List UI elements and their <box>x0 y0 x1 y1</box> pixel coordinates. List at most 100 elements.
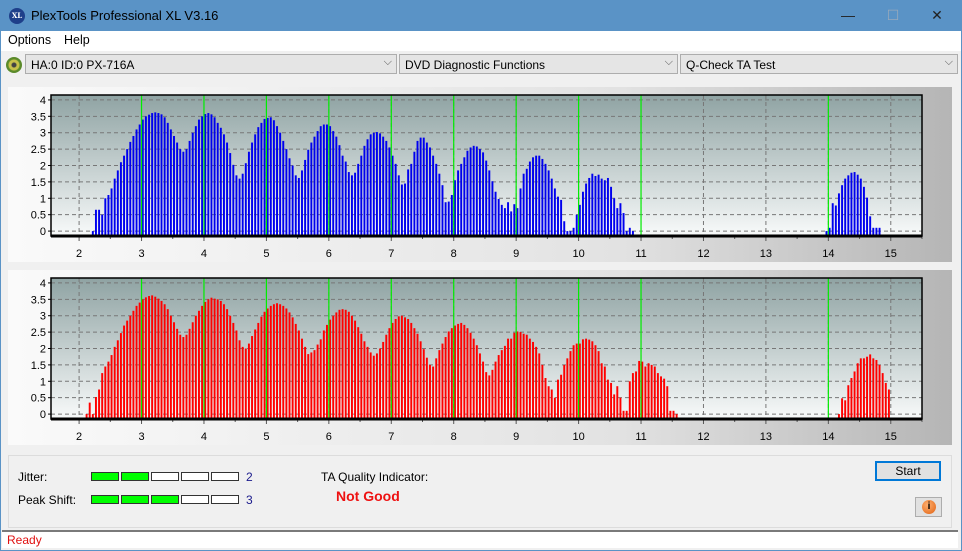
peak-shift-meter-segment <box>151 495 179 504</box>
histogram-bar <box>603 366 606 419</box>
x-tick-label: 9 <box>513 248 519 260</box>
histogram-bar <box>322 330 325 419</box>
histogram-bar <box>850 378 853 419</box>
histogram-bar <box>169 129 172 236</box>
histogram-bar <box>123 155 126 236</box>
histogram-bar <box>488 170 491 236</box>
histogram-bar <box>123 325 126 419</box>
histogram-bar <box>151 113 154 236</box>
top-chart-panel: 0 0.5 1 1.5 2 2.5 3 3.5 4 2 3 4 5 6 7 8 9 10 11 12 13 14 15 <box>8 87 952 262</box>
histogram-bar <box>363 145 366 236</box>
histogram-bar <box>422 137 425 236</box>
info-button[interactable]: i <box>915 497 942 517</box>
histogram-bar <box>569 351 572 419</box>
histogram-bar <box>144 297 147 419</box>
histogram-bar <box>547 386 550 419</box>
histogram-bar <box>472 145 475 236</box>
histogram-bar <box>572 345 575 419</box>
histogram-bar <box>219 127 222 236</box>
histogram-bar <box>350 315 353 419</box>
minimize-button[interactable]: — <box>825 0 871 31</box>
histogram-bar <box>419 341 422 419</box>
histogram-bar <box>226 309 229 419</box>
drive-select[interactable]: HA:0 ID:0 PX-716A ⌵ <box>25 54 397 74</box>
status-text: Ready <box>7 533 42 547</box>
histogram-bar <box>394 318 397 419</box>
histogram-bar <box>541 158 544 236</box>
histogram-bar <box>416 333 419 419</box>
histogram-bar <box>251 142 254 236</box>
histogram-bar <box>369 134 372 236</box>
test-select[interactable]: Q-Check TA Test ⌵ <box>680 54 958 74</box>
x-tick-label: 6 <box>326 248 332 260</box>
histogram-bar <box>581 339 584 419</box>
ta-quality-value: Not Good <box>336 488 400 504</box>
histogram-bar <box>588 339 591 419</box>
histogram-bar <box>207 299 210 419</box>
y-tick-label: 1 <box>40 193 46 205</box>
close-button[interactable]: ✕ <box>914 0 960 31</box>
histogram-bar <box>866 356 869 419</box>
histogram-bar <box>294 323 297 419</box>
histogram-bar <box>631 373 634 419</box>
histogram-bar <box>410 163 413 236</box>
histogram-bar <box>510 338 513 419</box>
function-select[interactable]: DVD Diagnostic Functions ⌵ <box>399 54 678 74</box>
histogram-bar <box>372 132 375 236</box>
x-tick-label: 13 <box>760 431 772 443</box>
histogram-bar <box>201 116 204 236</box>
histogram-bar <box>369 352 372 419</box>
histogram-bar <box>600 178 603 236</box>
histogram-bar <box>251 336 254 419</box>
histogram-bar <box>503 208 506 236</box>
x-tick-label: 5 <box>263 248 269 260</box>
histogram-bar <box>382 341 385 419</box>
drive-select-value: HA:0 ID:0 PX-716A <box>31 58 135 72</box>
histogram-bar <box>260 316 263 419</box>
histogram-bar <box>269 305 272 419</box>
histogram-bar <box>850 172 853 236</box>
histogram-bar <box>647 363 650 419</box>
histogram-bar <box>844 178 847 236</box>
histogram-bar <box>869 354 872 419</box>
histogram-bar <box>344 309 347 419</box>
start-button[interactable]: Start <box>875 461 941 481</box>
menu-help[interactable]: Help <box>64 33 90 47</box>
histogram-bar <box>335 136 338 236</box>
histogram-bar <box>313 350 316 419</box>
histogram-bar <box>841 398 844 419</box>
histogram-bar <box>553 188 556 236</box>
histogram-bar <box>519 188 522 236</box>
maximize-button[interactable]: ☐ <box>870 0 916 31</box>
histogram-bar <box>179 334 182 419</box>
histogram-bar <box>319 126 322 236</box>
histogram-bar <box>444 202 447 236</box>
histogram-bar <box>366 346 369 419</box>
menu-options[interactable]: Options <box>8 33 51 47</box>
jitter-meter-segment <box>181 472 209 481</box>
histogram-bar <box>173 322 175 419</box>
histogram-bar <box>869 216 872 236</box>
histogram-bar <box>319 339 322 419</box>
peak-shift-meter-segment <box>121 495 149 504</box>
histogram-bar <box>188 140 191 236</box>
histogram-bar <box>182 337 185 419</box>
jitter-value: 2 <box>246 470 253 484</box>
histogram-bar <box>397 316 400 419</box>
histogram-bar <box>322 124 325 236</box>
histogram-bar <box>88 402 91 419</box>
histogram-bar <box>875 359 878 419</box>
plextools-logo-icon: XL <box>9 8 25 24</box>
histogram-bar <box>379 348 382 419</box>
peak-shift-meter-segment <box>91 495 119 504</box>
histogram-bar <box>407 169 410 236</box>
histogram-bar <box>326 124 328 236</box>
histogram-bar <box>653 366 656 419</box>
histogram-bar <box>585 338 588 419</box>
histogram-bar <box>528 338 531 419</box>
histogram-bar <box>222 134 225 236</box>
histogram-bar <box>257 322 260 419</box>
histogram-bar <box>575 214 578 236</box>
histogram-bar <box>176 142 179 236</box>
chevron-down-icon: ⌵ <box>664 56 673 68</box>
